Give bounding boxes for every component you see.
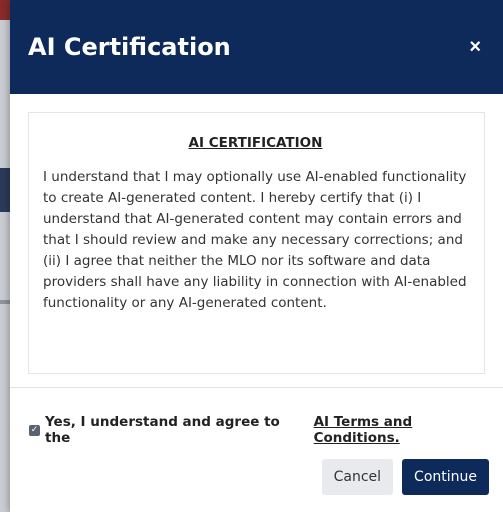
ai-certification-dialog: AI Certification × AI CERTIFICATION I un… — [10, 0, 503, 512]
close-icon: × — [469, 36, 481, 58]
terms-text: I understand that I may optionally use A… — [43, 169, 467, 311]
agree-checkbox[interactable]: ✓ — [29, 424, 40, 436]
continue-button[interactable]: Continue — [402, 459, 489, 495]
dialog-title: AI Certification — [28, 33, 231, 61]
agree-label: Yes, I understand and agree to the — [45, 414, 280, 446]
close-button[interactable]: × — [469, 37, 481, 57]
terms-box: AI CERTIFICATION I understand that I may… — [28, 112, 485, 374]
background-stripe — [0, 300, 10, 304]
page: AI Certification × AI CERTIFICATION I un… — [0, 0, 503, 512]
dialog-body: AI CERTIFICATION I understand that I may… — [10, 94, 503, 374]
dialog-header: AI Certification × — [10, 0, 503, 94]
divider — [10, 387, 503, 388]
background-accent — [0, 0, 10, 20]
cancel-button[interactable]: Cancel — [321, 459, 394, 495]
terms-heading: AI CERTIFICATION — [188, 135, 323, 151]
ai-terms-link[interactable]: AI Terms and Conditions. — [314, 414, 503, 446]
checkbox-checked-icon: ✓ — [30, 424, 39, 435]
agree-row: ✓ Yes, I understand and agree to the AI … — [29, 414, 503, 446]
background-stripe — [0, 168, 10, 212]
background-app-edge — [0, 0, 10, 512]
dialog-footer: Cancel Continue — [321, 459, 489, 495]
